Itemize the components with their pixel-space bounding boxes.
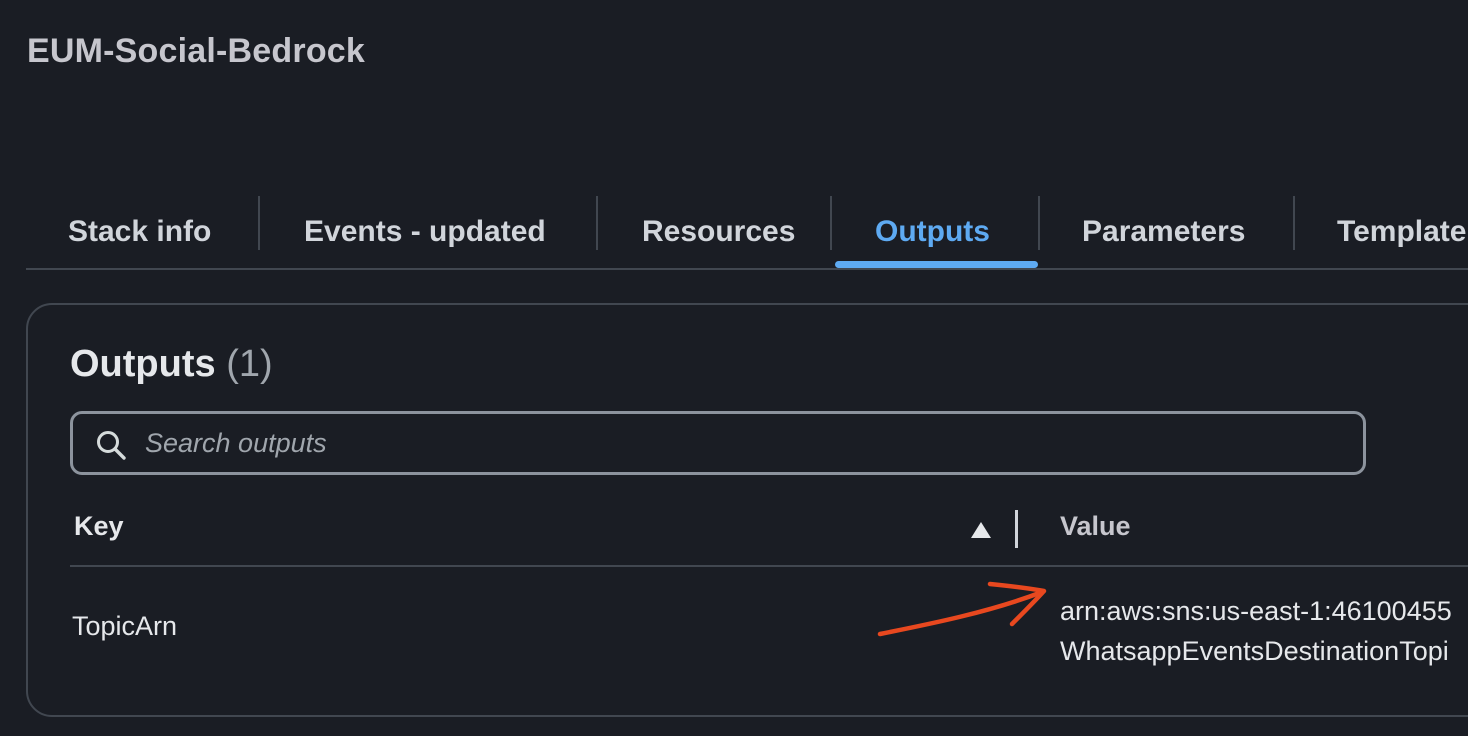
tab-parameters[interactable]: Parameters [1082,196,1245,268]
tab-events[interactable]: Events - updated [304,196,546,268]
active-tab-indicator [835,261,1038,268]
outputs-heading: Outputs (1) [70,343,273,386]
output-value: arn:aws:sns:us-east-1:46100455 WhatsappE… [1060,591,1468,671]
tab-stack-info[interactable]: Stack info [68,196,211,268]
page-title: EUM-Social-Bedrock [27,32,366,70]
tab-outputs[interactable]: Outputs [875,196,990,268]
search-icon [97,431,126,460]
stack-detail-page: EUM-Social-Bedrock Stack info Events - u… [0,0,1468,736]
tab-divider [258,196,260,250]
search-input[interactable] [145,414,1345,472]
outputs-panel: Outputs (1) Key Value TopicArn arn:aws:s… [26,303,1468,717]
column-header-value[interactable]: Value [1060,511,1131,542]
tab-divider [1038,196,1040,250]
outputs-count: (1) [226,343,273,385]
column-resizer[interactable] [1015,510,1018,548]
outputs-heading-label: Outputs [70,343,216,385]
caret-up-icon[interactable] [970,521,992,539]
search-box[interactable] [70,411,1366,475]
tab-divider [596,196,598,250]
tab-divider [830,196,832,250]
tab-divider [1293,196,1295,250]
tab-bar: Stack info Events - updated Resources Ou… [26,196,1468,270]
column-header-key[interactable]: Key [74,511,124,542]
annotation-arrow-icon [877,581,1047,637]
tab-template[interactable]: Template [1337,196,1466,268]
output-value-line: arn:aws:sns:us-east-1:46100455 [1060,596,1452,626]
tab-resources[interactable]: Resources [642,196,795,268]
header-divider [70,565,1468,567]
output-value-line: WhatsappEventsDestinationTopi [1060,636,1449,666]
output-key: TopicArn [72,611,178,641]
